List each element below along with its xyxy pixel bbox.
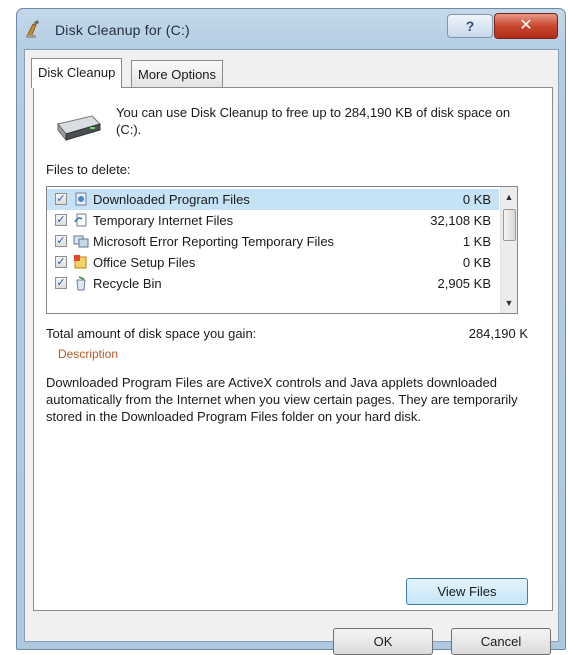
file-size: 0 KB: [462, 255, 491, 270]
close-button[interactable]: ✕: [494, 13, 558, 39]
program-files-icon: [75, 192, 87, 206]
total-space-value: 284,190 K: [468, 326, 528, 341]
list-scrollbar[interactable]: ▲ ▼: [500, 187, 517, 313]
files-to-delete-list[interactable]: ✓ Downloaded Program Files 0 KB ✓ Tempor…: [46, 186, 518, 314]
office-setup-icon: [74, 255, 87, 269]
total-space-label: Total amount of disk space you gain:: [46, 326, 257, 341]
list-item[interactable]: ✓ Temporary Internet Files 32,108 KB: [47, 210, 499, 231]
help-button[interactable]: ?: [447, 14, 493, 38]
file-name: Downloaded Program Files: [93, 192, 250, 207]
scroll-down-arrow-icon[interactable]: ▼: [501, 295, 517, 311]
files-to-delete-label: Files to delete:: [46, 162, 131, 177]
file-checkbox[interactable]: ✓: [55, 235, 67, 247]
file-checkbox[interactable]: ✓: [55, 256, 67, 268]
description-legend: Description: [58, 347, 119, 361]
list-item[interactable]: ✓ Office Setup Files 0 KB: [47, 252, 499, 273]
description-text: Downloaded Program Files are ActiveX con…: [46, 375, 518, 424]
file-name: Recycle Bin: [93, 276, 162, 291]
hard-drive-icon: [57, 115, 101, 142]
internet-files-icon: [74, 213, 87, 227]
file-name: Temporary Internet Files: [93, 213, 234, 228]
list-item[interactable]: ✓ Recycle Bin 2,905 KB: [47, 273, 499, 294]
file-checkbox[interactable]: ✓: [55, 193, 67, 205]
file-size: 0 KB: [462, 192, 491, 207]
file-size: 32,108 KB: [430, 213, 491, 228]
tab-more-options[interactable]: More Options: [131, 60, 224, 88]
recycle-bin-icon: [76, 276, 86, 291]
disk-cleanup-panel: You can use Disk Cleanup to free up to 2…: [33, 87, 553, 611]
title-bar[interactable]: Disk Cleanup for (C:) ? ✕: [17, 9, 565, 49]
file-name: Office Setup Files: [93, 255, 196, 270]
scroll-up-arrow-icon[interactable]: ▲: [501, 189, 517, 205]
scroll-thumb[interactable]: [503, 209, 516, 241]
intro-text: You can use Disk Cleanup to free up to 2…: [116, 105, 511, 137]
tab-disk-cleanup[interactable]: Disk Cleanup: [31, 58, 123, 88]
disk-cleanup-app-icon: [26, 20, 39, 38]
file-checkbox[interactable]: ✓: [55, 277, 67, 289]
file-name: Microsoft Error Reporting Temporary File…: [93, 234, 335, 249]
view-files-button[interactable]: View Files: [406, 578, 528, 605]
list-item[interactable]: ✓ Microsoft Error Reporting Temporary Fi…: [47, 231, 499, 252]
window-title: Disk Cleanup for (C:): [55, 22, 190, 38]
disk-cleanup-window: Disk Cleanup for (C:) ? ✕ Disk Cleanup M…: [16, 8, 566, 655]
file-size: 1 KB: [462, 234, 491, 249]
error-reporting-icon: [73, 235, 89, 248]
dialog-client-area: Disk Cleanup More Options You can use Di…: [24, 49, 559, 655]
list-item[interactable]: ✓ Downloaded Program Files 0 KB: [47, 189, 499, 210]
file-size: 2,905 KB: [437, 276, 492, 291]
file-checkbox[interactable]: ✓: [55, 214, 67, 226]
